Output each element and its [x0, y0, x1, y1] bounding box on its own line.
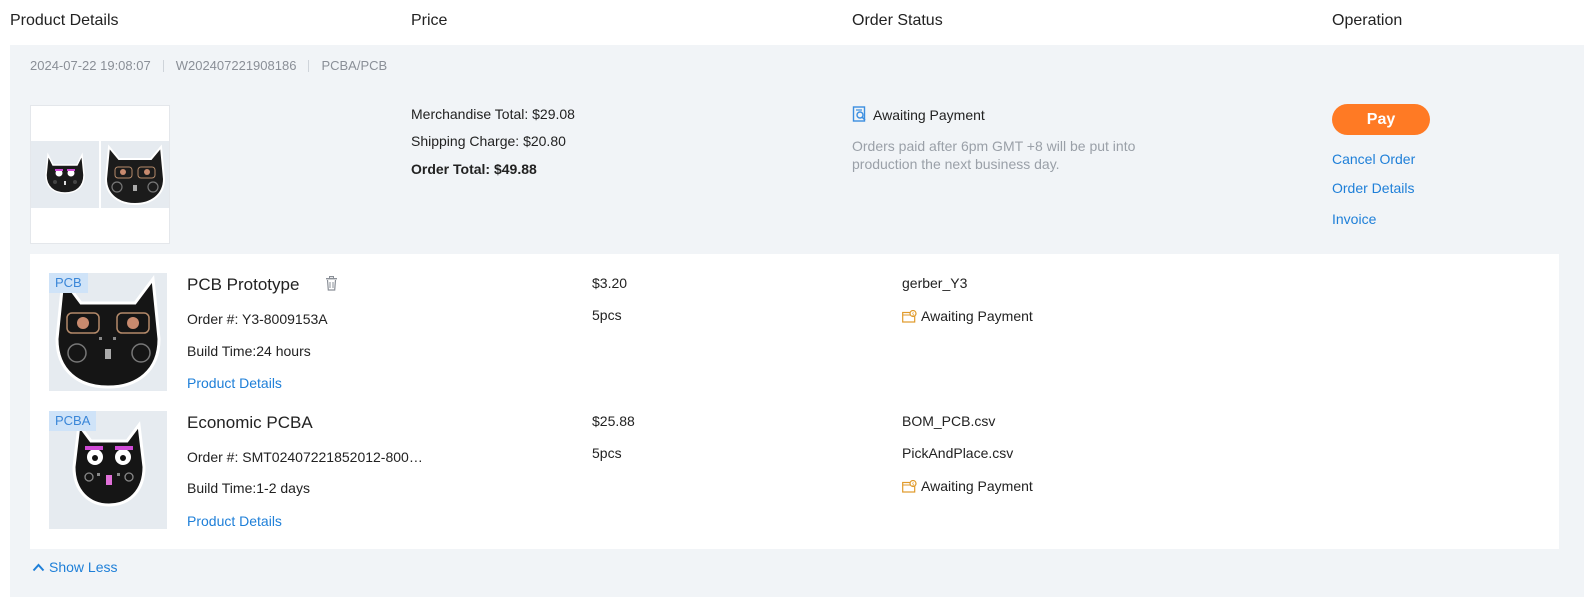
- file-name[interactable]: BOM_PCB.csv: [902, 413, 995, 429]
- build-time: Build Time:1-2 days: [187, 480, 310, 496]
- pcba-thumbnail: [31, 141, 99, 208]
- show-less-label: Show Less: [49, 559, 118, 575]
- search-doc-icon: [852, 106, 866, 122]
- item-status: $ Awaiting Payment: [902, 308, 1033, 324]
- product-name: Economic PCBA: [187, 413, 313, 432]
- product-details-link[interactable]: Product Details: [187, 513, 282, 529]
- order-type: PCBA/PCB: [321, 58, 388, 73]
- pcb-thumbnail: [101, 141, 169, 208]
- product-name: PCB Prototype: [187, 275, 300, 294]
- production-note: Orders paid after 6pm GMT +8 will be put…: [852, 138, 1136, 172]
- column-header-operation: Operation: [1332, 12, 1403, 29]
- pcba-product-image[interactable]: PCBA: [49, 411, 167, 529]
- invoice-link[interactable]: Invoice: [1332, 211, 1376, 227]
- order-status-text: Awaiting Payment: [873, 106, 985, 123]
- merchandise-total: Merchandise Total: $29.08: [411, 106, 575, 122]
- order-card: 2024-07-22 19:08:07 W202407221908186 PCB…: [10, 45, 1584, 597]
- svg-text:$: $: [912, 481, 915, 487]
- wallet-icon: $: [902, 479, 917, 493]
- product-tag: PCBA: [49, 411, 97, 431]
- product-tag: PCB: [49, 273, 88, 293]
- item-status: $ Awaiting Payment: [902, 478, 1033, 494]
- order-number: W202407221908186: [175, 58, 297, 73]
- show-less-toggle[interactable]: Show Less: [32, 559, 117, 575]
- product-details-link[interactable]: Product Details: [187, 375, 282, 391]
- meta-divider: [308, 59, 310, 72]
- file-name[interactable]: gerber_Y3: [902, 275, 967, 291]
- pay-button[interactable]: Pay: [1332, 104, 1430, 135]
- cat-board-image: [104, 144, 166, 206]
- order-details-link[interactable]: Order Details: [1332, 180, 1414, 196]
- cancel-order-link[interactable]: Cancel Order: [1332, 151, 1415, 167]
- build-time: Build Time:24 hours: [187, 343, 311, 359]
- svg-text:$: $: [912, 311, 915, 317]
- order-status: Awaiting Payment: [852, 106, 985, 123]
- order-number: Order #: Y3-8009153A: [187, 311, 328, 327]
- column-header-status: Order Status: [852, 12, 943, 29]
- item-price: $3.20: [592, 275, 628, 291]
- cat-board-image: [45, 152, 85, 194]
- order-number: Order #: SMT02407221852012-800…: [187, 449, 423, 465]
- order-thumbnail[interactable]: [30, 105, 170, 244]
- order-datetime: 2024-07-22 19:08:07: [30, 58, 151, 73]
- item-price: $25.88: [592, 413, 635, 429]
- item-quantity: 5pcs: [592, 445, 622, 461]
- column-header-product: Product Details: [10, 12, 119, 29]
- order-items: PCB PCB Prototype Order #: Y3-8009153A B…: [30, 254, 1559, 549]
- trash-icon[interactable]: [325, 276, 338, 291]
- pcb-product-image[interactable]: PCB: [49, 273, 167, 391]
- item-quantity: 5pcs: [592, 307, 622, 323]
- order-total: Order Total: $49.88: [411, 161, 537, 177]
- column-header-price: Price: [411, 12, 448, 29]
- wallet-icon: $: [902, 309, 917, 323]
- item-status-text: Awaiting Payment: [921, 308, 1033, 324]
- order-meta: 2024-07-22 19:08:07 W202407221908186 PCB…: [30, 58, 387, 73]
- chevron-up-icon: [32, 563, 45, 571]
- file-name[interactable]: PickAndPlace.csv: [902, 445, 1013, 461]
- shipping-charge: Shipping Charge: $20.80: [411, 133, 566, 149]
- meta-divider: [162, 59, 164, 72]
- item-status-text: Awaiting Payment: [921, 478, 1033, 494]
